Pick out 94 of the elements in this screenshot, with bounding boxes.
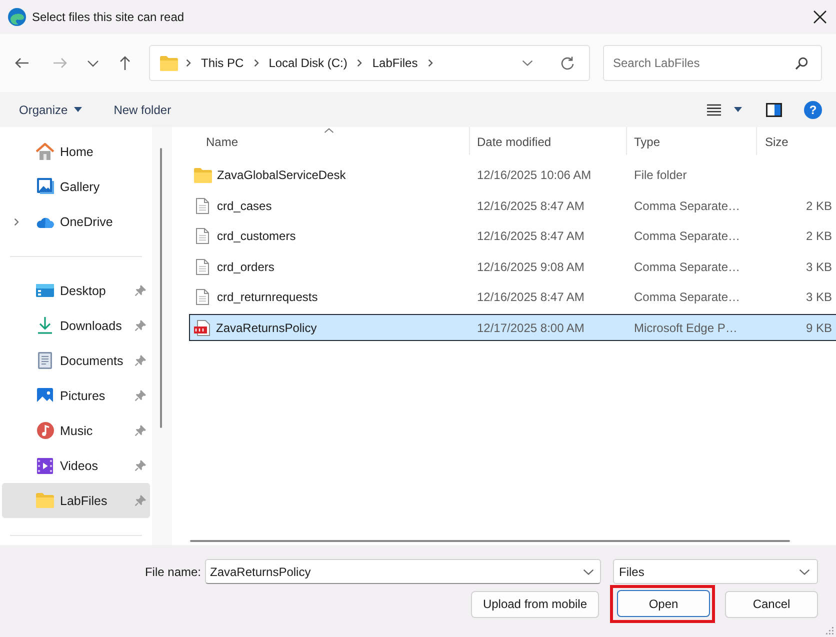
file-type-text: Comma Separate… xyxy=(633,229,742,244)
column-header[interactable]: Size xyxy=(757,127,836,155)
breadcrumb-item[interactable]: This PC xyxy=(197,54,248,72)
file-size-text: 2 KB xyxy=(806,229,832,244)
column-header[interactable]: Date modified xyxy=(470,127,627,155)
folder-icon xyxy=(160,56,178,70)
image-icon xyxy=(36,178,54,195)
sidebar-item[interactable]: LabFiles xyxy=(2,483,150,518)
file-name: crd_orders xyxy=(217,260,274,274)
open-button[interactable]: Open xyxy=(617,590,710,617)
file-name: crd_customers xyxy=(217,229,296,244)
expand-chevron-icon[interactable] xyxy=(14,218,19,226)
chevron-down-icon[interactable] xyxy=(583,569,594,575)
document-icon xyxy=(196,289,209,306)
date-modified-text: 12/16/2025 8:47 AM xyxy=(476,229,586,244)
upload-button[interactable]: Upload from mobile xyxy=(470,590,599,618)
image-icon xyxy=(37,388,53,404)
help-button[interactable]: ? xyxy=(804,100,822,118)
document-icon xyxy=(38,352,52,369)
scrollbar[interactable] xyxy=(190,540,790,542)
file-type-text: Comma Separate… xyxy=(633,290,742,304)
file-name-label: File name: xyxy=(144,564,201,578)
sidebar-item[interactable]: Desktop xyxy=(2,273,150,308)
home-icon xyxy=(36,143,54,160)
breadcrumb-item[interactable]: Local Disk (C:) xyxy=(264,54,352,72)
sidebar-item[interactable]: Documents xyxy=(2,343,150,378)
organize-button[interactable]: Organize xyxy=(14,96,87,124)
download-icon xyxy=(37,317,53,334)
document-icon xyxy=(196,198,209,214)
file-row[interactable]: crd_customers 12/16/2025 8:47 AM Comma Separate… 2 KB xyxy=(189,222,836,250)
sidebar-item[interactable]: Home xyxy=(2,134,150,169)
date-modified-text: 12/17/2025 8:00 AM xyxy=(476,320,586,335)
file-name-field[interactable]: ZavaReturnsPolicy xyxy=(205,559,601,584)
folder-icon xyxy=(36,493,54,508)
pdf-icon xyxy=(194,320,211,336)
file-type-text: Comma Separate… xyxy=(633,198,742,213)
chevron-right-icon[interactable] xyxy=(428,59,433,67)
file-type-text: File folder xyxy=(633,168,688,182)
new-folder-button[interactable]: New folder xyxy=(108,96,176,124)
window-title: Select files this site can read xyxy=(32,10,184,24)
scrollbar[interactable] xyxy=(160,148,162,428)
sidebar-item[interactable]: Gallery xyxy=(2,169,150,204)
close-icon xyxy=(813,10,827,24)
date-modified-text: 12/16/2025 10:06 AM xyxy=(476,168,592,182)
film-icon xyxy=(37,458,53,474)
column-header[interactable]: Type xyxy=(627,127,757,155)
sidebar-item[interactable]: Downloads xyxy=(2,308,150,343)
document-icon xyxy=(196,258,209,275)
file-type-text: Microsoft Edge P… xyxy=(633,320,738,335)
cancel-button[interactable]: Cancel xyxy=(725,590,818,618)
sidebar-item[interactable]: Music xyxy=(2,413,150,448)
date-modified-text: 12/16/2025 8:47 AM xyxy=(476,198,586,213)
cloud-icon xyxy=(36,216,54,228)
resize-grip-icon[interactable] xyxy=(826,627,834,635)
caret-down-icon xyxy=(734,107,742,112)
date-modified-text: 12/16/2025 8:47 AM xyxy=(476,290,586,304)
file-size-text: 9 KB xyxy=(806,320,832,335)
music-note-icon xyxy=(36,422,54,439)
file-size-text: 2 KB xyxy=(806,198,832,213)
search-icon xyxy=(795,57,808,70)
file-name: ZavaGlobalServiceDesk xyxy=(217,168,346,182)
file-size-text: 3 KB xyxy=(806,290,832,304)
chevron-right-icon[interactable] xyxy=(357,59,362,67)
preview-pane-icon xyxy=(766,102,782,116)
file-type-dropdown[interactable]: Files xyxy=(613,559,818,584)
file-size-text: 3 KB xyxy=(806,260,832,274)
list-view-icon xyxy=(707,104,721,116)
date-modified-text: 12/16/2025 9:08 AM xyxy=(476,260,586,274)
app-logo-icon xyxy=(8,8,26,26)
refresh-icon xyxy=(560,56,574,70)
sidebar-item[interactable]: Pictures xyxy=(2,378,150,413)
chevron-down-icon xyxy=(522,60,532,66)
file-name: crd_returnrequests xyxy=(217,290,318,304)
sidebar-item[interactable]: Videos xyxy=(2,448,150,483)
file-name: crd_cases xyxy=(217,198,272,213)
search-field[interactable]: Search LabFiles xyxy=(603,45,822,81)
file-row[interactable]: crd_returnrequests 12/16/2025 8:47 AM Comma Separate… 3 KB xyxy=(189,284,836,311)
folder-icon xyxy=(194,168,212,182)
breadcrumb-item[interactable]: LabFiles xyxy=(368,54,422,72)
desktop-icon xyxy=(36,284,54,297)
chevron-right-icon[interactable] xyxy=(186,59,191,67)
file-type-text: Comma Separate… xyxy=(633,260,742,274)
address-bar[interactable]: This PC Local Disk (C:) LabFiles xyxy=(149,45,590,81)
file-name: ZavaReturnsPolicy xyxy=(216,320,317,335)
chevron-right-icon[interactable] xyxy=(254,59,259,67)
document-icon xyxy=(196,228,209,244)
file-row[interactable]: ZavaReturnsPolicy 12/17/2025 8:00 AM Microsoft Edge P… 9 KB xyxy=(189,314,836,342)
column-header[interactable]: Name xyxy=(189,127,470,155)
file-row[interactable]: crd_cases 12/16/2025 8:47 AM Comma Separate… 2 KB xyxy=(189,192,836,220)
sidebar-item[interactable]: OneDrive xyxy=(2,204,150,239)
chevron-down-icon xyxy=(799,568,810,574)
file-row[interactable]: crd_orders 12/16/2025 9:08 AM Comma Separate… 3 KB xyxy=(189,253,836,280)
file-row[interactable]: ZavaGlobalServiceDesk 12/16/2025 10:06 AM File folder xyxy=(189,162,836,188)
chevron-down-icon xyxy=(87,60,99,66)
